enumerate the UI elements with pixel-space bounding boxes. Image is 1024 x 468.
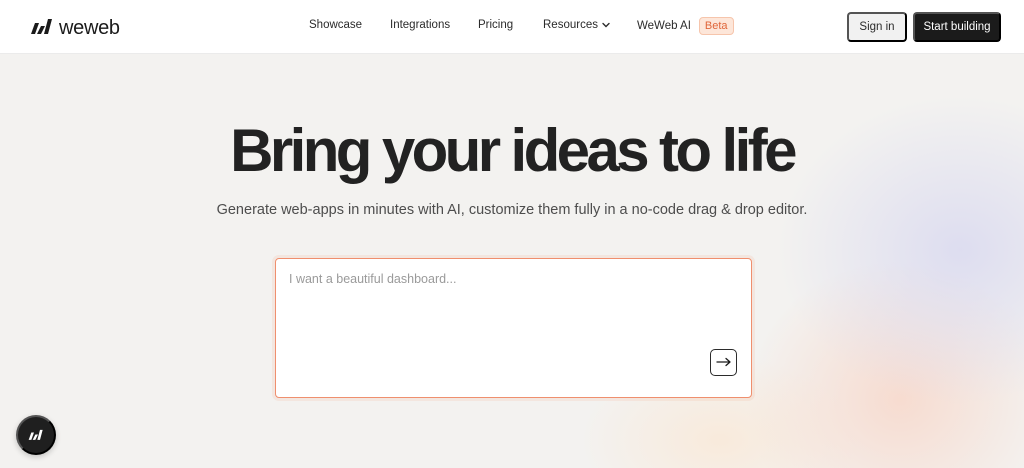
sign-in-button[interactable]: Sign in — [847, 12, 907, 42]
nav-item-weweb-ai[interactable]: WeWeb AI Beta — [637, 17, 734, 36]
weweb-logo-icon — [28, 428, 44, 443]
nav-item-label: WeWeb AI — [637, 20, 691, 33]
nav-item-label: Pricing — [478, 19, 514, 31]
prompt-input[interactable] — [289, 272, 709, 352]
beta-badge: Beta — [698, 17, 734, 36]
nav-item-label: Integrations — [390, 19, 451, 31]
top-navigation-bar: weweb Showcase Integrations Pricing Reso… — [0, 0, 1024, 54]
arrow-right-icon — [715, 355, 732, 370]
submit-prompt-button[interactable] — [710, 349, 737, 376]
nav-item-resources[interactable]: Resources — [543, 19, 610, 31]
nav-item-pricing[interactable]: Pricing — [478, 19, 513, 31]
nav-item-showcase[interactable]: Showcase — [309, 19, 362, 31]
ai-prompt-box — [275, 258, 752, 398]
hero-subtitle: Generate web-apps in minutes with AI, cu… — [216, 202, 808, 218]
start-building-button[interactable]: Start building — [913, 12, 1001, 42]
nav-item-integrations[interactable]: Integrations — [390, 19, 450, 31]
nav-item-label: Showcase — [309, 19, 363, 31]
nav-item-label: Resources — [543, 19, 598, 31]
chevron-down-icon — [602, 19, 610, 31]
chat-launcher-button[interactable] — [16, 415, 56, 455]
hero-title: Bring your ideas to life — [230, 117, 797, 184]
